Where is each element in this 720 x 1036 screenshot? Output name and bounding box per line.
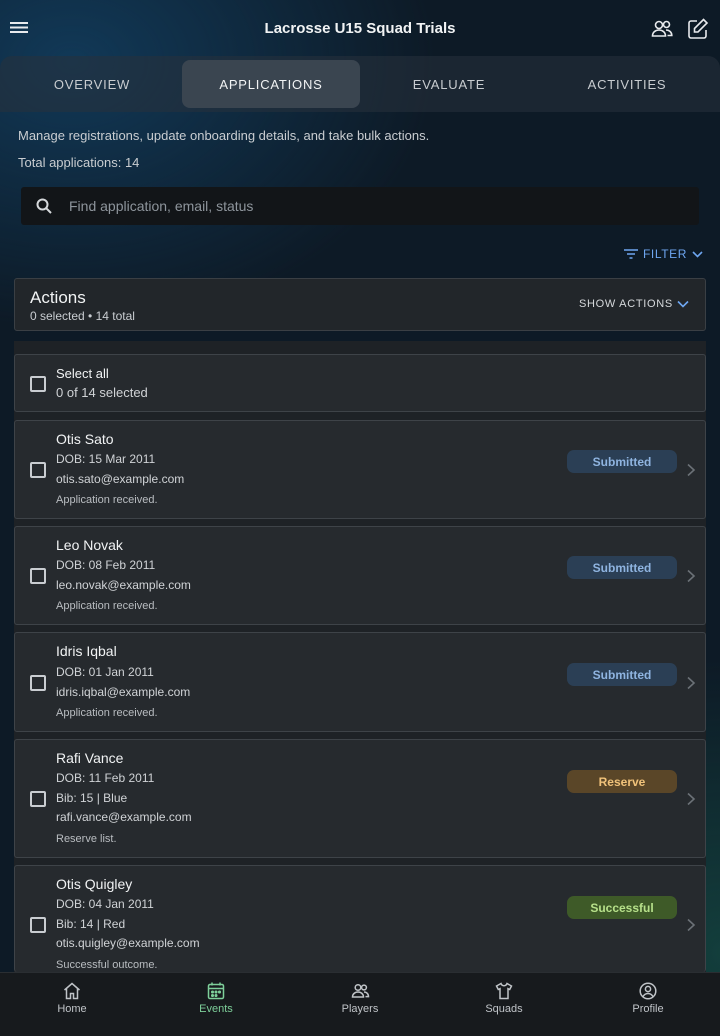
row-checkbox[interactable] xyxy=(30,675,46,691)
shirt-icon xyxy=(495,982,513,1000)
applicant-note: Application received. xyxy=(56,494,158,506)
applicant-dob: DOB: 15 Mar 2011 xyxy=(56,452,156,466)
search-icon xyxy=(36,198,52,214)
application-card[interactable]: Rafi Vance DOB: 11 Feb 2011 Bib: 15 | Bl… xyxy=(14,739,706,858)
filter-label: FILTER xyxy=(643,247,688,261)
row-checkbox[interactable] xyxy=(30,917,46,933)
nav-label: Players xyxy=(341,1003,379,1015)
nav-label: Squads xyxy=(485,1003,523,1015)
chevron-right-icon[interactable] xyxy=(685,792,697,806)
nav-players[interactable]: Players xyxy=(288,973,432,1036)
chevron-right-icon[interactable] xyxy=(685,918,697,932)
applicant-email: otis.quigley@example.com xyxy=(56,936,200,950)
applicant-dob: DOB: 01 Jan 2011 xyxy=(56,665,154,679)
page-title: Lacrosse U15 Squad Trials xyxy=(264,20,456,37)
total-applications: Total applications: 14 xyxy=(18,155,140,170)
status-badge: Reserve xyxy=(567,770,677,793)
chevron-right-icon[interactable] xyxy=(685,463,697,477)
applicant-name: Idris Iqbal xyxy=(56,643,117,659)
applicant-dob: DOB: 04 Jan 2011 xyxy=(56,897,154,911)
applicant-note: Application received. xyxy=(56,707,158,719)
show-actions-label: SHOW ACTIONS xyxy=(579,298,673,310)
intro-text: Manage registrations, update onboarding … xyxy=(18,128,430,143)
nav-label: Home xyxy=(57,1003,87,1015)
players-icon xyxy=(351,983,370,998)
search-input[interactable] xyxy=(69,187,689,225)
applicant-email: otis.sato@example.com xyxy=(56,472,185,486)
application-card[interactable]: Leo Novak DOB: 08 Feb 2011 leo.novak@exa… xyxy=(14,526,706,625)
row-checkbox[interactable] xyxy=(30,462,46,478)
row-checkbox[interactable] xyxy=(30,568,46,584)
applicant-bib: Bib: 15 | Blue xyxy=(56,791,128,805)
chevron-down-icon xyxy=(692,251,703,258)
select-all-checkbox[interactable] xyxy=(30,376,46,392)
tab-evaluate[interactable]: EVALUATE xyxy=(360,60,538,108)
tab-bar: OVERVIEW APPLICATIONS EVALUATE ACTIVITIE… xyxy=(0,56,720,112)
tab-overview[interactable]: OVERVIEW xyxy=(3,60,181,108)
applicant-name: Rafi Vance xyxy=(56,750,124,766)
calendar-icon xyxy=(207,982,225,1000)
applicant-note: Application received. xyxy=(56,600,158,612)
application-card[interactable]: Idris Iqbal DOB: 01 Jan 2011 idris.iqbal… xyxy=(14,632,706,732)
actions-panel: Actions 0 selected • 14 total SHOW ACTIO… xyxy=(14,278,706,331)
filter-icon xyxy=(624,249,638,259)
applicant-email: idris.iqbal@example.com xyxy=(56,685,191,699)
nav-label: Profile xyxy=(632,1003,664,1015)
applicant-name: Otis Sato xyxy=(56,431,114,447)
bottom-nav: Home Events Players Squads Profile xyxy=(0,972,720,1036)
tab-activities[interactable]: ACTIVITIES xyxy=(538,60,716,108)
status-badge: Submitted xyxy=(567,556,677,579)
nav-home[interactable]: Home xyxy=(0,973,144,1036)
search-bar xyxy=(21,187,699,225)
applicant-dob: DOB: 11 Feb 2011 xyxy=(56,771,155,785)
status-badge: Submitted xyxy=(567,663,677,686)
nav-events[interactable]: Events xyxy=(144,973,288,1036)
application-card[interactable]: Otis Quigley DOB: 04 Jan 2011 Bib: 14 | … xyxy=(14,865,706,972)
tab-applications[interactable]: APPLICATIONS xyxy=(182,60,360,108)
nav-label: Events xyxy=(199,1003,233,1015)
chevron-right-icon[interactable] xyxy=(685,676,697,690)
show-actions-button[interactable]: SHOW ACTIONS xyxy=(579,298,689,310)
profile-icon xyxy=(639,982,657,1000)
applicant-note: Reserve list. xyxy=(56,833,117,845)
select-all-count: 0 of 14 selected xyxy=(56,385,148,400)
applicant-dob: DOB: 08 Feb 2011 xyxy=(56,558,156,572)
home-icon xyxy=(64,982,80,1000)
filter-button[interactable]: FILTER xyxy=(624,246,703,262)
chevron-down-icon xyxy=(677,300,689,308)
chevron-right-icon[interactable] xyxy=(685,569,697,583)
select-all-row[interactable]: Select all 0 of 14 selected xyxy=(14,354,706,412)
nav-squads[interactable]: Squads xyxy=(432,973,576,1036)
status-badge: Submitted xyxy=(567,450,677,473)
applicant-note: Successful outcome. xyxy=(56,959,158,971)
applicant-bib: Bib: 14 | Red xyxy=(56,917,126,931)
applicant-name: Leo Novak xyxy=(56,537,123,553)
applicant-name: Otis Quigley xyxy=(56,876,133,892)
edit-icon[interactable] xyxy=(685,16,711,42)
actions-title: Actions xyxy=(30,288,86,307)
applicant-email: rafi.vance@example.com xyxy=(56,810,192,824)
applicant-email: leo.novak@example.com xyxy=(56,578,191,592)
users-icon[interactable] xyxy=(649,16,675,42)
actions-summary: 0 selected • 14 total xyxy=(30,309,135,323)
status-badge: Successful xyxy=(567,896,677,919)
application-card[interactable]: Otis Sato DOB: 15 Mar 2011 otis.sato@exa… xyxy=(14,420,706,519)
nav-profile[interactable]: Profile xyxy=(576,973,720,1036)
select-all-label: Select all xyxy=(56,366,109,381)
top-app-bar: Lacrosse U15 Squad Trials xyxy=(0,0,720,56)
row-checkbox[interactable] xyxy=(30,791,46,807)
